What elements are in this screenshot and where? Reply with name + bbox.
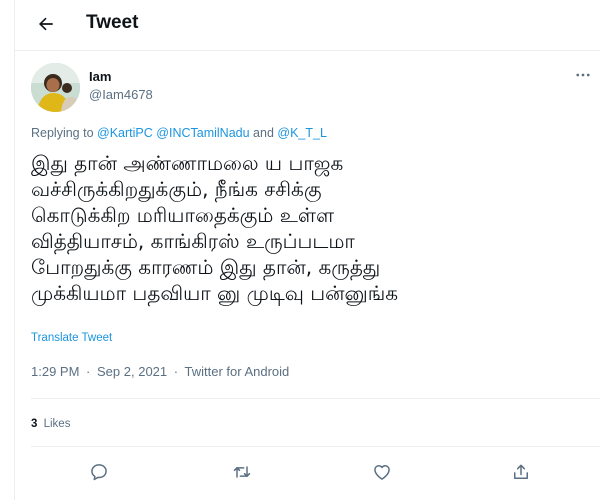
tweet-source[interactable]: Twitter for Android [185, 364, 290, 379]
meta-separator: · [173, 364, 179, 379]
more-icon [576, 73, 590, 77]
like-icon [374, 465, 390, 480]
mention-link[interactable]: @KartiPC [97, 126, 153, 140]
share-icon [514, 464, 528, 479]
likes-stat[interactable]: 3 Likes [31, 418, 70, 430]
tweet-text-line: வச்சிருக்கிறதுக்கும், நீங்க சசிக்கு [31, 177, 322, 201]
tweet-text: இது தான் அண்ணாமலை ய பாஜக வச்சிருக்கிறதுக… [31, 150, 571, 306]
tweet-text-line: வித்தியாசம், காங்கிரஸ் உருப்படமா [31, 229, 355, 253]
tweet-text-line: இது தான் அண்ணாமலை ய பாஜக [31, 151, 344, 175]
mention-link[interactable]: @K_T_L [277, 126, 327, 140]
tweet-detail-panel: Tweet Iam @Iam4678 Replying to @KartiPC … [14, 0, 600, 500]
retweet-button[interactable] [228, 458, 256, 486]
meta-separator: · [86, 364, 91, 379]
retweet-icon [233, 466, 251, 478]
arrow-left-icon [39, 17, 53, 31]
replying-to-conjunction: and [253, 126, 274, 140]
like-button[interactable] [368, 458, 396, 486]
translate-tweet-link[interactable]: Translate Tweet [31, 332, 112, 344]
author-name[interactable]: Iam [89, 69, 111, 84]
page-title: Tweet [86, 12, 139, 33]
avatar[interactable] [31, 63, 80, 112]
mention-link[interactable]: @INCTamilNadu [156, 126, 249, 140]
divider [31, 446, 600, 447]
reply-button[interactable] [85, 458, 113, 486]
avatar-image [31, 63, 80, 112]
likes-count: 3 [31, 418, 38, 430]
likes-label: Likes [43, 418, 71, 430]
tweet-time[interactable]: 1:29 PM [31, 364, 79, 379]
tweet-text-line: போறதுக்கு காரணம் இது தான், கருத்து [31, 255, 381, 279]
replying-to-label: Replying to [31, 126, 94, 140]
divider [31, 398, 600, 399]
share-button[interactable] [507, 458, 535, 486]
reply-icon [91, 464, 107, 481]
author-handle[interactable]: @Iam4678 [89, 87, 153, 102]
header-bar: Tweet [15, 0, 600, 51]
tweet-date[interactable]: Sep 2, 2021 [97, 364, 167, 379]
replying-to: Replying to @KartiPC @INCTamilNadu and @… [31, 126, 327, 140]
tweet-meta: 1:29 PM · Sep 2, 2021 · Twitter for Andr… [31, 364, 289, 379]
back-button[interactable] [31, 9, 61, 39]
tweet-text-line: கொடுக்கிற மரியாதைக்கும் உள்ள [31, 203, 334, 227]
tweet-text-line: முக்கியமா பதவியா னு முடிவு பன்னுங்க [31, 281, 399, 305]
more-options-button[interactable] [571, 63, 595, 87]
